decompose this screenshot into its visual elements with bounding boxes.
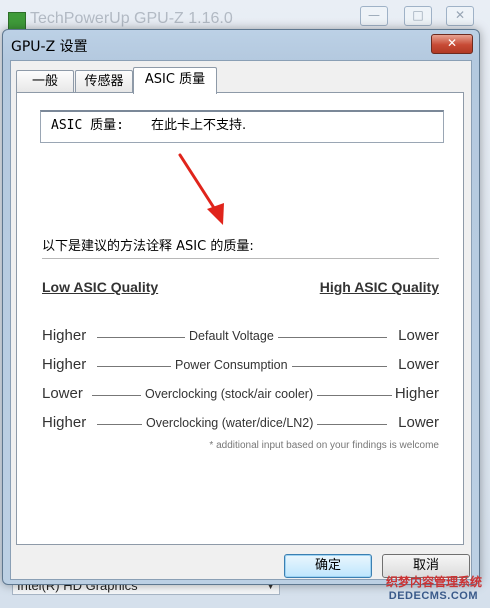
row-high-value: Lower	[398, 414, 439, 431]
explanation-divider	[42, 258, 439, 259]
asic-quality-label: ASIC 质量:	[51, 118, 124, 133]
tab-asic-quality[interactable]: ASIC 质量	[133, 67, 217, 94]
row-metric: Overclocking (stock/air cooler)	[141, 387, 318, 401]
tab-sensors[interactable]: 传感器	[75, 70, 133, 93]
asic-explanation-text: 以下是建议的方法诠释 ASIC 的质量:	[42, 239, 254, 254]
dialog-title: GPU-Z 设置	[11, 39, 88, 55]
red-arrow-annotation	[178, 153, 224, 225]
gpuz-app-icon	[8, 12, 26, 30]
row-metric: Overclocking (water/dice/LN2)	[142, 416, 318, 430]
dialog-close-button[interactable]: ✕	[431, 34, 473, 54]
minimize-icon[interactable]: —	[360, 6, 388, 26]
ok-button[interactable]: 确定	[284, 554, 372, 578]
row-metric: Default Voltage	[185, 329, 278, 343]
row-low-value: Lower	[42, 385, 83, 402]
tab-general[interactable]: 一般	[16, 70, 74, 93]
row-metric: Power Consumption	[171, 358, 292, 372]
watermark-url: DEDECMS.COM	[388, 590, 478, 602]
row-low-value: Higher	[42, 356, 87, 373]
high-asic-quality-header: High ASIC Quality	[319, 279, 439, 295]
quality-row: Higher Default Voltage Lower	[42, 327, 439, 347]
low-asic-quality-header: Low ASIC Quality	[42, 279, 159, 295]
row-high-value: Lower	[398, 327, 439, 344]
quality-row: Lower Overclocking (stock/air cooler) Hi…	[42, 385, 439, 405]
quality-row: Higher Power Consumption Lower	[42, 356, 439, 376]
row-high-value: Higher	[394, 385, 439, 402]
quality-row: Higher Overclocking (water/dice/LN2) Low…	[42, 414, 439, 434]
row-low-value: Higher	[42, 327, 87, 344]
asic-quality-readout: ASIC 质量: 在此卡上不支持.	[40, 110, 444, 143]
close-icon[interactable]: ✕	[446, 6, 474, 26]
watermark-text: 织梦内容管理系统	[385, 575, 482, 589]
footnote: * additional input based on your finding…	[209, 440, 439, 451]
settings-dialog: GPU-Z 设置 ✕ 一般 传感器 ASIC 质量 ASIC 质量: 在此卡上不…	[2, 29, 480, 585]
dialog-client-area: 一般 传感器 ASIC 质量 ASIC 质量: 在此卡上不支持. 以下是建议的方…	[10, 60, 472, 580]
row-high-value: Lower	[398, 356, 439, 373]
maximize-icon[interactable]: □	[404, 6, 432, 26]
asic-quality-value: 在此卡上不支持.	[151, 118, 247, 133]
asic-quality-panel: ASIC 质量: 在此卡上不支持. 以下是建议的方法诠释 ASIC 的质量: L…	[16, 92, 464, 545]
close-icon: ✕	[446, 36, 458, 50]
background-window-title: TechPowerUp GPU-Z 1.16.0	[30, 10, 233, 27]
row-low-value: Higher	[42, 414, 87, 431]
